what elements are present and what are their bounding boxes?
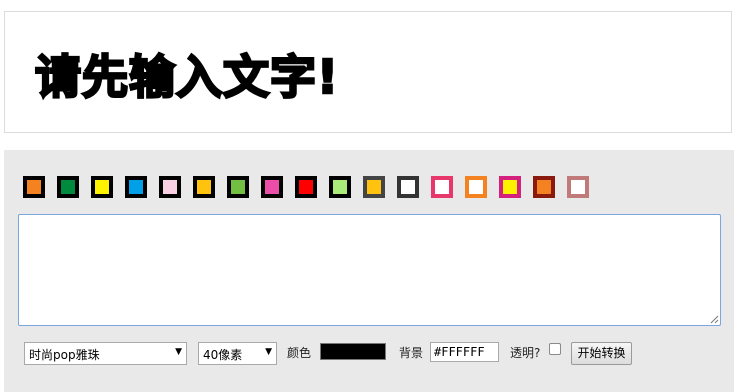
color-swatch-blue[interactable] [125, 176, 147, 198]
size-select[interactable]: 40像素 ▼ [198, 342, 277, 365]
color-swatch-yellow[interactable] [91, 176, 113, 198]
color-swatch-yellow-magenta-border[interactable] [499, 176, 521, 198]
color-swatch-gold-gray-border[interactable] [363, 176, 385, 198]
color-swatch-light-pink[interactable] [159, 176, 181, 198]
color-swatch-white-rose-border[interactable] [567, 176, 589, 198]
color-swatch-white-dark-border[interactable] [397, 176, 419, 198]
font-select-value: 时尚pop雅珠 [29, 348, 100, 362]
color-picker[interactable] [320, 343, 386, 360]
size-select-value: 40像素 [203, 348, 243, 362]
color-swatch-leaf-green[interactable] [227, 176, 249, 198]
transparent-checkbox[interactable] [549, 343, 561, 355]
background-color-input[interactable] [430, 342, 499, 362]
color-swatch-light-green[interactable] [329, 176, 351, 198]
start-convert-button[interactable]: 开始转换 [571, 342, 632, 365]
color-swatch-pink[interactable] [261, 176, 283, 198]
color-swatch-green[interactable] [57, 176, 79, 198]
color-swatch-white-orange-border[interactable] [465, 176, 487, 198]
text-input[interactable] [18, 214, 721, 326]
color-swatch-red[interactable] [295, 176, 317, 198]
background-label: 背景 [399, 346, 424, 360]
color-swatch-orange[interactable] [23, 176, 45, 198]
dropdown-arrow-icon: ▼ [265, 347, 272, 357]
preview-area: 请先输入文字! [4, 11, 732, 133]
preview-text: 请先输入文字! [34, 50, 339, 104]
color-swatch-white-pink-border[interactable] [431, 176, 453, 198]
color-label: 颜色 [287, 346, 312, 360]
control-panel: 时尚pop雅珠 ▼ 40像素 ▼ 颜色 背景 透明? 开始转换 [4, 150, 734, 392]
color-swatch-gold[interactable] [193, 176, 215, 198]
transparent-label: 透明? [510, 346, 541, 360]
font-select[interactable]: 时尚pop雅珠 ▼ [24, 342, 187, 365]
dropdown-arrow-icon: ▼ [175, 347, 182, 357]
color-swatch-orange-brown-border[interactable] [533, 176, 555, 198]
